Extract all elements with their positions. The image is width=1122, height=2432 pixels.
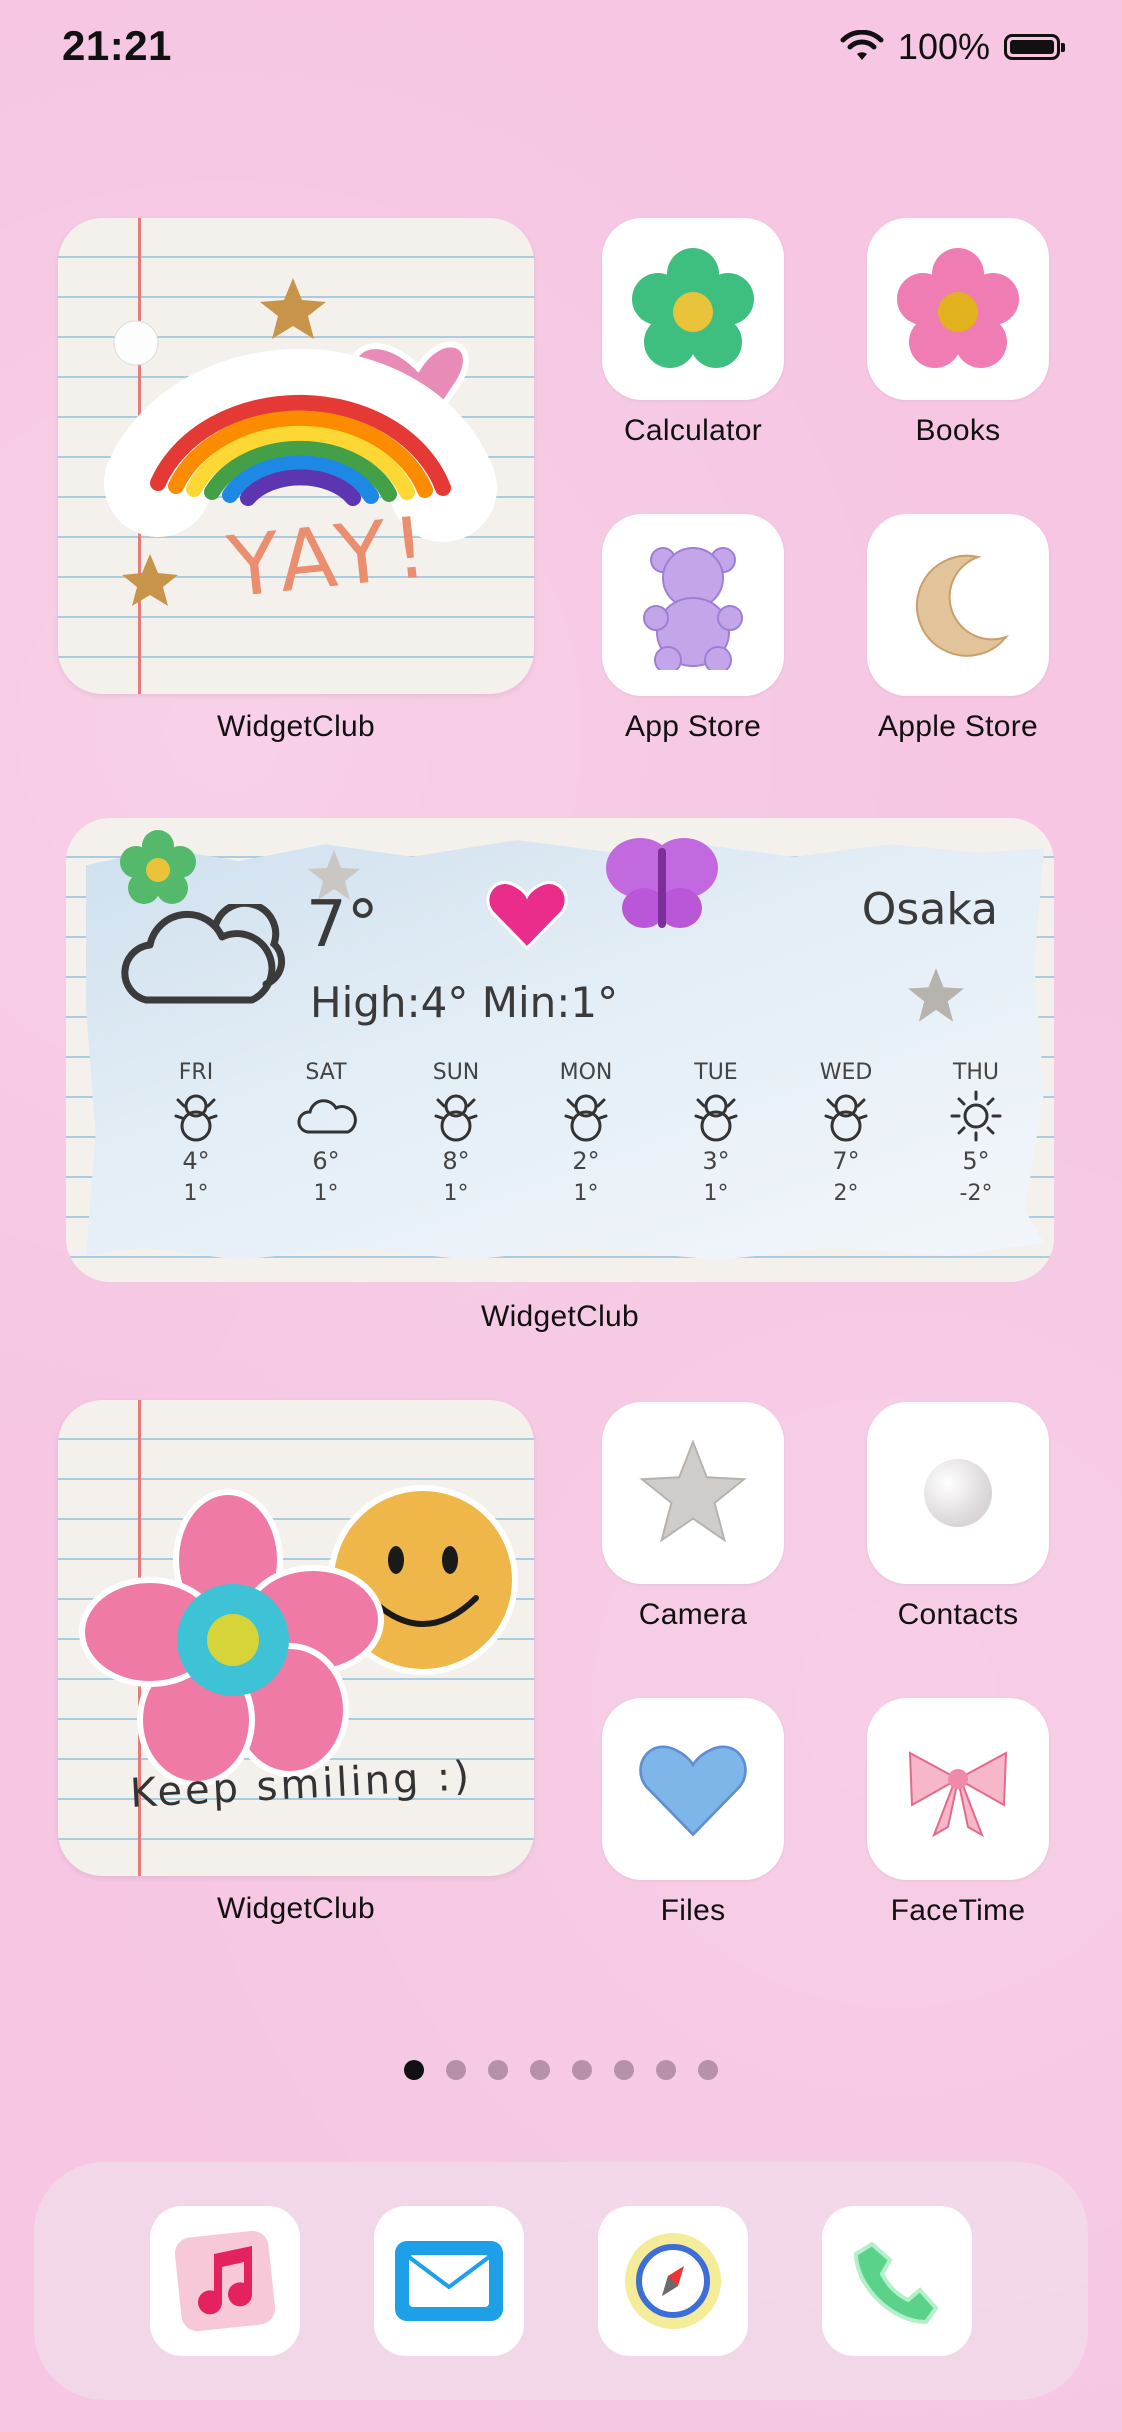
forecast-day: SAT 6° 1°	[286, 1060, 366, 1206]
blue-heart-icon	[639, 1745, 747, 1837]
purple-bear-icon	[643, 547, 743, 670]
butterfly-sticker-icon	[606, 838, 718, 928]
music-note-icon	[174, 2230, 276, 2332]
app-books[interactable]: Books	[867, 218, 1049, 448]
forecast-day-high: 6°	[312, 1147, 340, 1175]
forecast-day-low: 1°	[313, 1181, 339, 1206]
forecast-day-low: 1°	[703, 1181, 729, 1206]
page-dot[interactable]	[572, 2060, 592, 2080]
app-camera[interactable]: Camera	[602, 1402, 784, 1632]
snowman-icon	[546, 1085, 626, 1147]
page-dot[interactable]	[446, 2060, 466, 2080]
forecast-day-low: 1°	[573, 1181, 599, 1206]
current-temp: 7°	[306, 888, 379, 962]
forecast-day-name: THU	[952, 1060, 1000, 1085]
forecast-day-high: 4°	[182, 1147, 210, 1175]
app-label: FaceTime	[890, 1894, 1026, 1927]
city-name: Osaka	[861, 884, 998, 935]
forecast-day-low: 2°	[833, 1181, 859, 1206]
page-indicator[interactable]	[0, 2060, 1122, 2080]
app-label: Contacts	[897, 1598, 1019, 1631]
silver-star-sticker-icon	[908, 968, 964, 1022]
wifi-icon	[840, 30, 884, 60]
high-low: High:4° Min:1°	[310, 978, 619, 1027]
pearl-icon	[924, 1459, 992, 1527]
dock-phone[interactable]	[822, 2206, 972, 2356]
forecast-day-high: 3°	[702, 1147, 730, 1175]
app-app-store[interactable]: App Store	[602, 514, 784, 744]
battery-icon	[1004, 34, 1065, 60]
snowman-icon	[416, 1085, 496, 1147]
forecast-day-high: 8°	[442, 1147, 470, 1175]
widget-weather[interactable]: 7° High:4° Min:1° Osaka FRI 4° 1° SAT 6° 1° SU…	[66, 818, 1054, 1282]
page-dot[interactable]	[530, 2060, 550, 2080]
cloud-icon	[286, 1085, 366, 1147]
page-dot[interactable]	[404, 2060, 424, 2080]
widget-smile[interactable]: Keep smiling :)	[58, 1400, 534, 1876]
green-flower-icon	[632, 248, 754, 368]
widget-label: WidgetClub	[480, 1300, 640, 1333]
app-apple-store[interactable]: Apple Store	[867, 514, 1049, 744]
app-contacts[interactable]: Contacts	[867, 1402, 1049, 1632]
forecast-day: SUN 8° 1°	[416, 1060, 496, 1206]
page-dot[interactable]	[656, 2060, 676, 2080]
page-dot[interactable]	[614, 2060, 634, 2080]
page-dot[interactable]	[488, 2060, 508, 2080]
sun-icon	[936, 1085, 1016, 1147]
snowman-icon	[156, 1085, 236, 1147]
battery-percent: 100%	[897, 26, 990, 67]
green-flower-sticker-icon	[120, 830, 196, 904]
forecast-day-name: TUE	[694, 1060, 738, 1085]
rainbow-art	[104, 278, 497, 606]
forecast-day: TUE 3° 1°	[676, 1060, 756, 1206]
pink-flower-icon	[897, 248, 1019, 368]
forecast-day: FRI 4° 1°	[156, 1060, 236, 1206]
pink-heart-sticker-icon	[486, 881, 568, 951]
forecast-day-low: 1°	[443, 1181, 469, 1206]
app-label: Camera	[638, 1598, 748, 1631]
forecast-day-name: SUN	[432, 1060, 480, 1085]
silver-star-icon	[639, 1439, 747, 1543]
app-label: Books	[915, 414, 1001, 447]
app-label: Calculator	[623, 414, 763, 447]
widget-label: WidgetClub	[216, 1892, 376, 1925]
forecast-day-low: -2°	[959, 1181, 993, 1206]
pink-bow-icon	[908, 1751, 1008, 1838]
forecast-day-name: SAT	[305, 1060, 347, 1085]
widget-label: WidgetClub	[216, 710, 376, 743]
envelope-icon	[395, 2241, 503, 2321]
compass-icon	[625, 2233, 721, 2329]
app-facetime[interactable]: FaceTime	[867, 1698, 1049, 1928]
snowman-icon	[676, 1085, 756, 1147]
page-dot[interactable]	[698, 2060, 718, 2080]
dock-safari[interactable]	[598, 2206, 748, 2356]
app-calculator[interactable]: Calculator	[602, 218, 784, 448]
forecast-day-high: 7°	[832, 1147, 860, 1175]
forecast-day-low: 1°	[183, 1181, 209, 1206]
dock-music[interactable]	[150, 2206, 300, 2356]
forecast-day-name: MON	[559, 1060, 613, 1085]
dock-mail[interactable]	[374, 2206, 524, 2356]
app-files[interactable]: Files	[602, 1698, 784, 1928]
glitter-moon-icon	[916, 554, 1009, 657]
widget-rainbow[interactable]: YAY!	[58, 218, 534, 694]
app-label: App Store	[624, 710, 762, 743]
forecast-day-name: WED	[819, 1060, 873, 1085]
phone-icon	[853, 2241, 939, 2325]
forecast-day: WED 7° 2°	[806, 1060, 886, 1206]
forecast-day: MON 2° 1°	[546, 1060, 626, 1206]
status-time: 21:21	[62, 22, 172, 69]
cloud-icon	[121, 904, 286, 1004]
snowman-icon	[806, 1085, 886, 1147]
forecast-day: THU 5° -2°	[936, 1060, 1016, 1206]
app-label: Files	[660, 1894, 726, 1927]
forecast-day-name: FRI	[178, 1060, 214, 1085]
status-right: 100%	[840, 26, 1065, 68]
forecast-day-high: 2°	[572, 1147, 600, 1175]
app-label: Apple Store	[877, 710, 1039, 743]
forecast-day-high: 5°	[962, 1147, 990, 1175]
dock	[34, 2162, 1088, 2400]
